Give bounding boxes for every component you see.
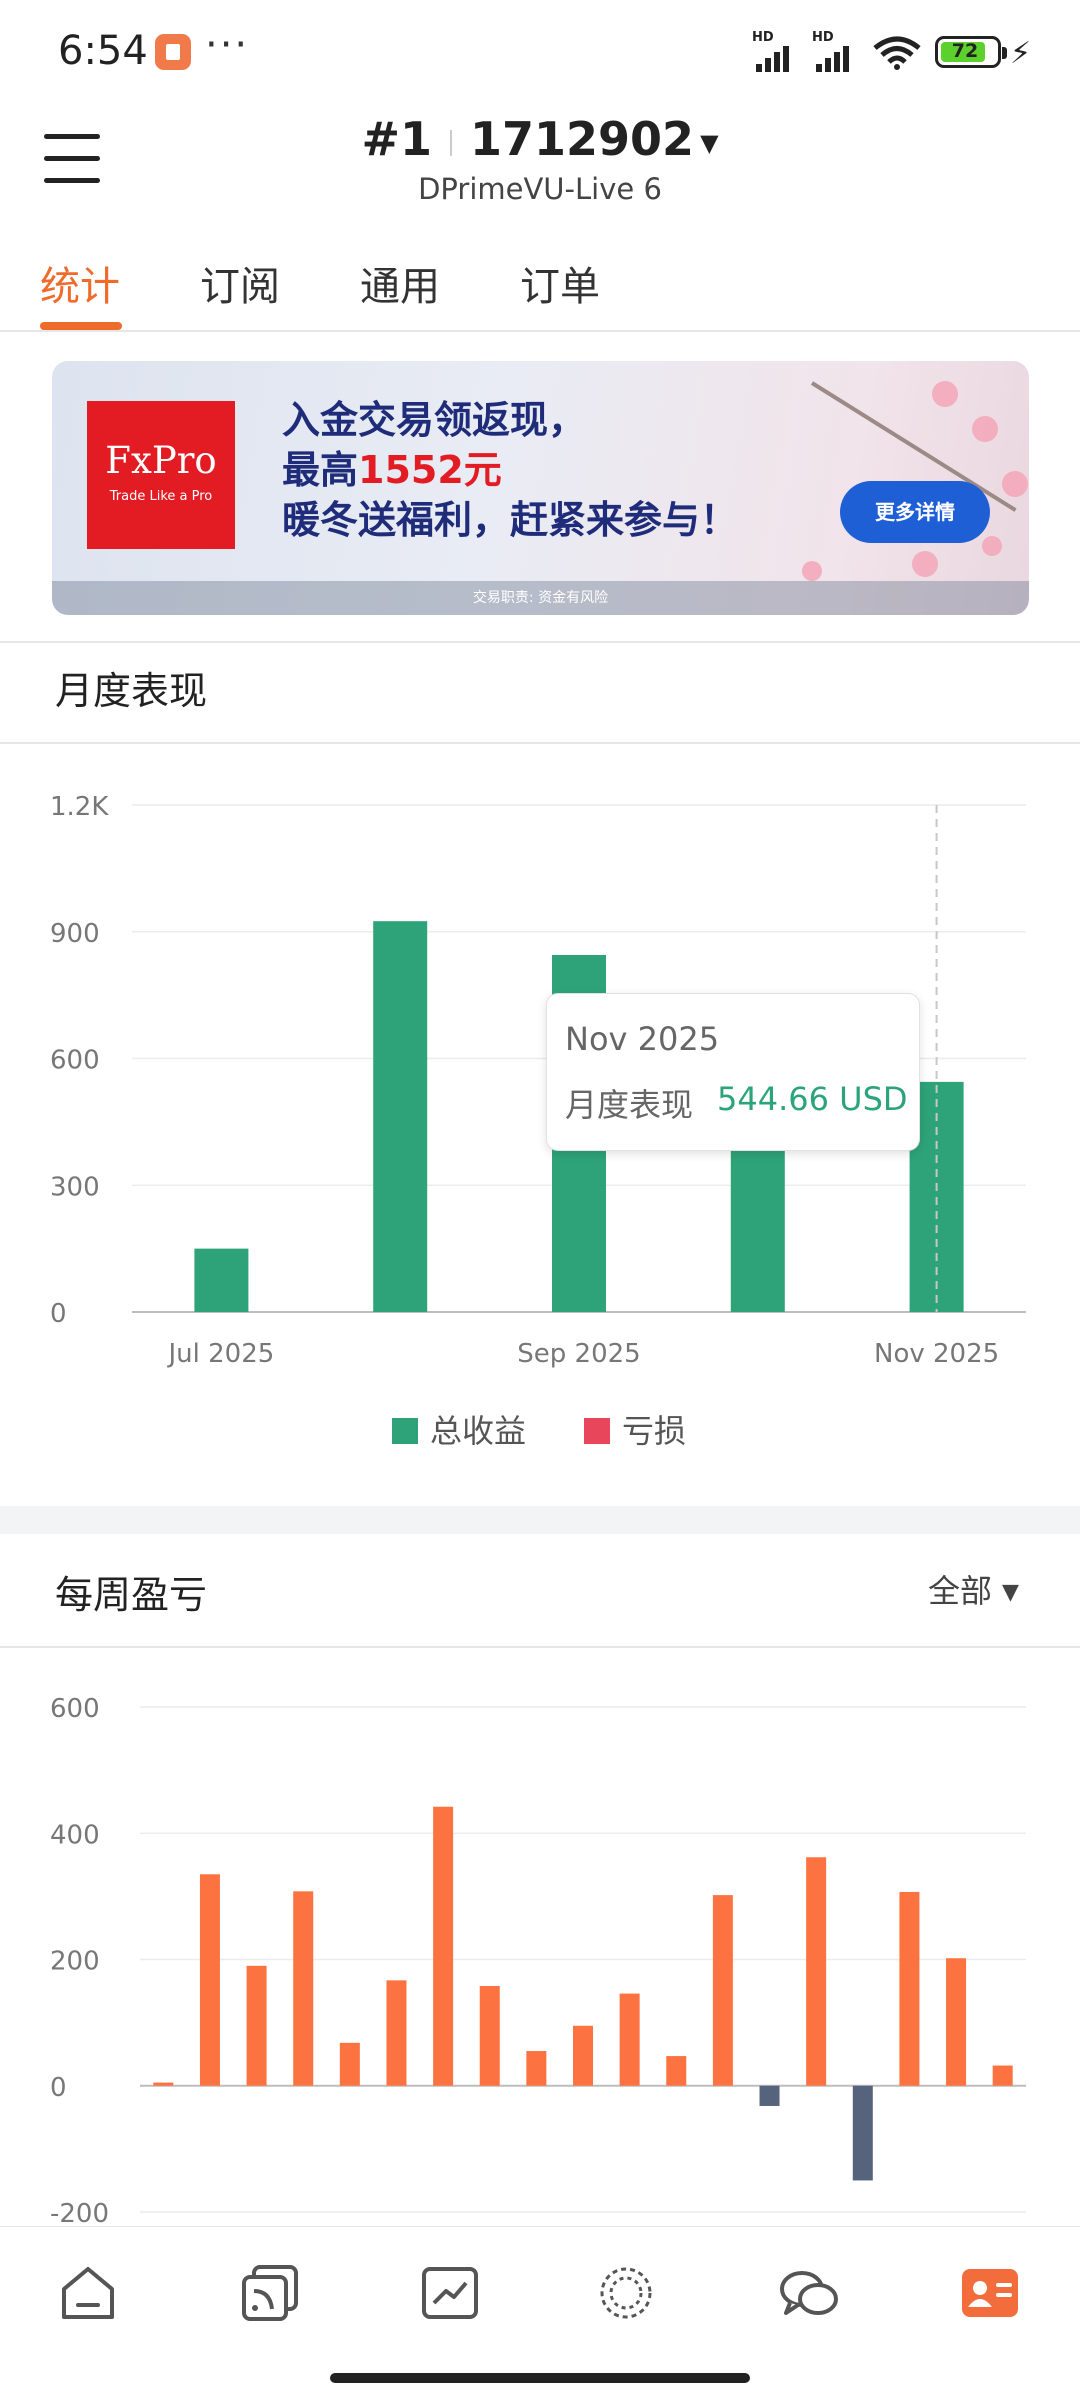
chart-icon[interactable] [418, 2261, 482, 2325]
bar [526, 2051, 547, 2086]
banner-details-button[interactable]: 更多详情 [840, 481, 990, 543]
y-tick-label: 0 [50, 2073, 67, 2103]
tab-subscribe[interactable]: 订阅 [200, 254, 280, 312]
bar [992, 2065, 1013, 2086]
account-prefix: #1 [361, 112, 433, 166]
tooltip-label: 月度表现 [565, 1086, 694, 1124]
bar [806, 1857, 827, 2086]
more-notifications-icon: ··· [205, 22, 250, 68]
server-name: DPrimeVU-Live 6 [418, 172, 662, 206]
dropdown-caret-icon: ▼ [1002, 1580, 1019, 1605]
banner-amount: 1552元 [358, 448, 502, 492]
tab-bar: 统计 订阅 通用 订单 [0, 240, 1080, 332]
tab-orders[interactable]: 订单 [520, 254, 600, 312]
x-tick-label: Sep 2025 [517, 1339, 640, 1369]
legend-label-profit: 总收益 [430, 1412, 527, 1450]
chart-tooltip: Nov 2025 月度表现 544.66 USD [546, 993, 920, 1151]
tab-general[interactable]: 通用 [360, 254, 440, 312]
banner-headline: 入金交易领返现， 最高1552元 暖冬送福利，赶紧来参与！ [282, 395, 738, 545]
banner-line-2-prefix: 最高 [282, 448, 359, 492]
battery-icon: 72 [935, 36, 1007, 68]
caret-down-icon: ▼ [700, 128, 719, 157]
bar [759, 2085, 780, 2106]
tab-stats[interactable]: 统计 [40, 254, 120, 312]
y-tick-label: 300 [50, 1172, 100, 1202]
legend-item-profit[interactable]: 总收益 [392, 1406, 526, 1452]
monthly-section-title: 月度表现 [55, 669, 208, 713]
fxpro-logo: FxPro Trade Like a Pro [87, 401, 235, 549]
promo-banner[interactable]: FxPro Trade Like a Pro 入金交易领返现， 最高1552元 … [52, 361, 1029, 615]
bar [899, 1891, 920, 2086]
y-tick-label: -200 [50, 2199, 109, 2226]
y-tick-label: 600 [50, 1694, 100, 1724]
chat-icon[interactable] [776, 2261, 840, 2325]
clock: 6:54 [58, 28, 148, 74]
legend-label-loss: 亏损 [622, 1412, 687, 1450]
weekly-filter-label: 全部 [928, 1572, 993, 1610]
account-number: 1712902 [470, 112, 695, 166]
y-tick-label: 200 [50, 1947, 100, 1977]
bar [619, 1993, 640, 2086]
charging-icon: ⚡ [1010, 36, 1032, 71]
signals-icon[interactable] [238, 2261, 302, 2325]
signal-hd-label: HD [752, 30, 774, 45]
legend-item-loss[interactable]: 亏损 [584, 1406, 686, 1452]
y-tick-label: 1.2K [50, 792, 109, 822]
y-tick-label: 400 [50, 1820, 100, 1850]
bar [339, 2042, 360, 2086]
tooltip-value: 544.66 USD [717, 1080, 908, 1118]
battery-level: 72 [951, 40, 979, 62]
x-tick-label: Nov 2025 [874, 1339, 999, 1369]
weekly-filter-dropdown[interactable]: 全部 ▼ [928, 1566, 1019, 1612]
active-tab-indicator [40, 322, 122, 330]
tooltip-month: Nov 2025 [565, 1020, 720, 1058]
notification-app-icon [155, 34, 191, 70]
bar [386, 1980, 407, 2086]
x-tick-label: Jul 2025 [166, 1339, 274, 1369]
bar [433, 1806, 454, 2086]
bar [730, 1147, 785, 1312]
banner-line-3: 暖冬送福利，赶紧来参与！ [282, 498, 739, 542]
bar [479, 1986, 500, 2086]
home-indicator[interactable] [330, 2373, 750, 2383]
profile-icon[interactable] [958, 2261, 1022, 2325]
bar [712, 1895, 733, 2086]
bar [373, 921, 428, 1312]
y-tick-label: 0 [50, 1299, 67, 1329]
bar [194, 1248, 249, 1312]
bar [852, 2085, 873, 2181]
signal-2-hd-label: HD [812, 30, 834, 45]
profit-swatch [392, 1418, 418, 1444]
weekly-section-title: 每周盈亏 [55, 1573, 208, 1617]
home-icon[interactable] [56, 2261, 120, 2325]
community-icon[interactable] [594, 2261, 658, 2325]
bar [153, 2082, 174, 2086]
fxpro-tagline: Trade Like a Pro [109, 489, 213, 504]
banner-line-1: 入金交易领返现， [282, 398, 587, 442]
bar [293, 1891, 314, 2086]
status-bar: 6:54 ··· HD HD 72 ⚡ [0, 0, 1080, 100]
wifi-icon [873, 36, 921, 70]
bar [199, 1874, 220, 2086]
bar [573, 2025, 593, 2086]
fxpro-logo-text: FxPro [105, 439, 217, 482]
account-selector[interactable]: #1 1712902 ▼ [0, 112, 1080, 166]
y-tick-label: 900 [50, 919, 100, 949]
risk-disclaimer: 交易职责: 资金有风险 [52, 581, 1029, 615]
bar [666, 2056, 687, 2086]
weekly-chart[interactable]: -200 0 200 400 600 [0, 1660, 1080, 2226]
bar [246, 1965, 267, 2086]
y-tick-label: 600 [50, 1046, 100, 1076]
bar [946, 1958, 967, 2086]
loss-swatch [584, 1418, 610, 1444]
